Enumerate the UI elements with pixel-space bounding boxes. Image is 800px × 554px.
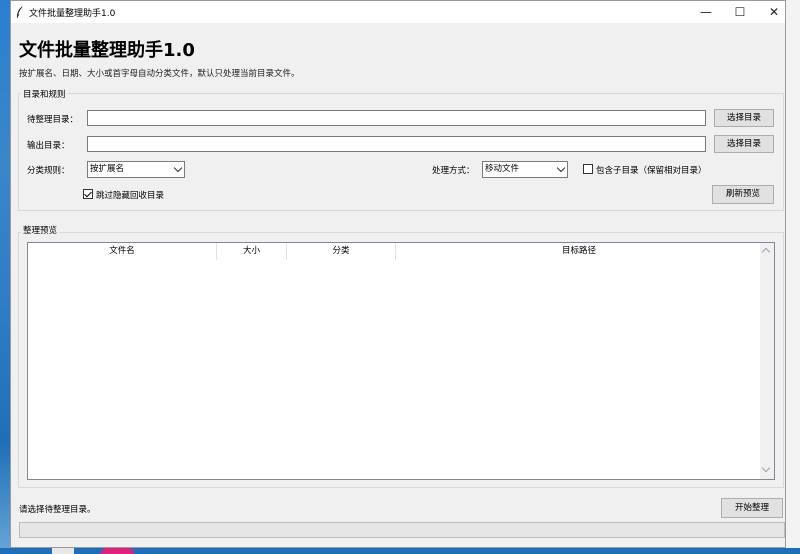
progress-bar bbox=[19, 522, 785, 538]
mode-select-value: 移动文件 bbox=[485, 164, 520, 174]
app-window: 文件批量整理助手1.0 — ☐ ✕ 文件批量整理助手1.0 按扩展名、日期、大小… bbox=[10, 0, 786, 548]
source-dir-label: 待整理目录： bbox=[27, 115, 79, 125]
skip-hidden-label[interactable]: 跳过隐藏回收目录 bbox=[96, 189, 164, 201]
minimize-button[interactable]: — bbox=[689, 1, 723, 23]
preview-table[interactable]: 文件名 大小 分类 目标路径 bbox=[27, 242, 775, 480]
source-dir-input[interactable] bbox=[87, 110, 706, 126]
page-title: 文件批量整理助手1.0 bbox=[19, 40, 195, 61]
column-header-target-path[interactable]: 目标路径 bbox=[396, 243, 762, 260]
output-dir-input[interactable] bbox=[87, 136, 706, 152]
close-button[interactable]: ✕ bbox=[757, 1, 791, 23]
refresh-preview-button[interactable]: 刷新预览 bbox=[712, 185, 774, 204]
output-browse-button[interactable]: 选择目录 bbox=[714, 135, 774, 153]
chevron-down-icon bbox=[173, 163, 183, 173]
mode-label: 处理方式： bbox=[432, 166, 475, 176]
page-subtitle: 按扩展名、日期、大小或首字母自动分类文件，默认只处理当前目录文件。 bbox=[19, 69, 300, 79]
scroll-down-icon[interactable] bbox=[761, 463, 771, 473]
chevron-down-icon bbox=[556, 163, 566, 173]
column-header-filename[interactable]: 文件名 bbox=[28, 243, 217, 260]
feather-icon bbox=[16, 6, 23, 19]
include-subdirs-label[interactable]: 包含子目录（保留相对目录） bbox=[596, 164, 707, 176]
include-subdirs-checkbox[interactable] bbox=[583, 164, 593, 174]
title-bar[interactable]: 文件批量整理助手1.0 — ☐ ✕ bbox=[11, 1, 785, 23]
check-icon bbox=[84, 189, 92, 198]
column-header-size[interactable]: 大小 bbox=[217, 243, 287, 260]
desktop-bottom-strip bbox=[0, 548, 800, 554]
rule-select-value: 按扩展名 bbox=[90, 164, 125, 174]
desktop-icon-fragment bbox=[100, 548, 134, 554]
preview-group-title: 整理预览 bbox=[21, 224, 60, 236]
output-dir-label: 输出目录： bbox=[27, 141, 70, 151]
desktop-icon-fragment bbox=[52, 548, 74, 554]
start-button[interactable]: 开始整理 bbox=[721, 498, 783, 518]
settings-group-title: 目录和规则 bbox=[21, 88, 68, 100]
rule-select[interactable]: 按扩展名 bbox=[87, 161, 185, 178]
source-browse-button[interactable]: 选择目录 bbox=[714, 109, 774, 127]
maximize-button[interactable]: ☐ bbox=[723, 1, 757, 23]
column-header-category[interactable]: 分类 bbox=[287, 243, 396, 260]
skip-hidden-checkbox[interactable] bbox=[83, 189, 93, 199]
rule-label: 分类规则： bbox=[27, 166, 70, 176]
desktop-right-strip bbox=[786, 0, 800, 554]
scroll-up-icon[interactable] bbox=[761, 247, 771, 257]
mode-select[interactable]: 移动文件 bbox=[482, 161, 568, 178]
window-title: 文件批量整理助手1.0 bbox=[29, 9, 116, 19]
preview-scrollbar[interactable] bbox=[760, 243, 774, 479]
status-text: 请选择待整理目录。 bbox=[19, 505, 96, 515]
